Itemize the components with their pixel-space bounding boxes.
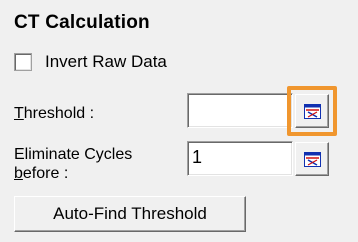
- eliminate-cycles-label-mnemonic: b: [14, 165, 23, 182]
- threshold-input[interactable]: [187, 93, 293, 128]
- eliminate-cycles-label: Eliminate Cycles before :: [14, 145, 132, 183]
- threshold-label: Threshold :: [14, 104, 94, 123]
- threshold-label-text: hreshold :: [23, 105, 95, 122]
- chart-pick-icon: [304, 104, 321, 119]
- invert-raw-data-checkbox[interactable]: [14, 53, 32, 71]
- eliminate-cycles-pick-button[interactable]: [295, 142, 329, 176]
- auto-find-threshold-button[interactable]: Auto-Find Threshold: [14, 196, 246, 232]
- threshold-pick-button[interactable]: [295, 94, 329, 128]
- invert-raw-data-label: Invert Raw Data: [45, 52, 167, 71]
- eliminate-cycles-label-text: efore :: [22, 165, 69, 182]
- ct-calculation-panel: CT Calculation Invert Raw Data Threshold…: [0, 0, 358, 242]
- invert-raw-data-checkbox-row[interactable]: Invert Raw Data: [14, 52, 167, 72]
- eliminate-cycles-input[interactable]: 1: [187, 141, 293, 176]
- section-title: CT Calculation: [14, 12, 150, 33]
- threshold-label-mnemonic: T: [14, 105, 24, 122]
- chart-pick-icon: [304, 152, 321, 167]
- eliminate-cycles-label-line2: before :: [14, 164, 132, 183]
- eliminate-cycles-label-line1: Eliminate Cycles: [14, 146, 133, 163]
